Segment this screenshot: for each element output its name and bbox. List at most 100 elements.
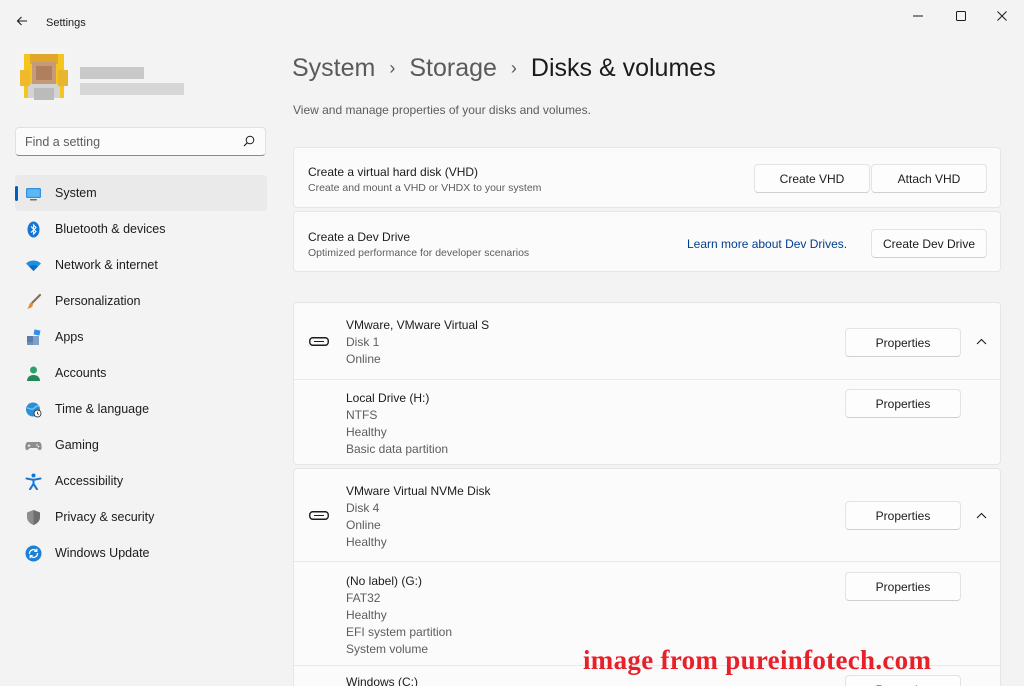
minimize-button[interactable] bbox=[902, 6, 934, 26]
update-icon bbox=[25, 545, 42, 562]
volume-name: Local Drive (H:) bbox=[346, 391, 430, 405]
search-input[interactable] bbox=[25, 134, 235, 149]
shield-icon bbox=[27, 510, 40, 525]
sidebar-item-privacy-security[interactable]: Privacy & security bbox=[15, 499, 267, 535]
sidebar-item-network[interactable]: Network & internet bbox=[15, 247, 267, 283]
title-bar: Settings bbox=[0, 0, 1024, 36]
drive-icon bbox=[309, 337, 329, 346]
breadcrumb-storage[interactable]: Storage bbox=[409, 54, 497, 83]
sidebar-item-label: Accounts bbox=[55, 366, 107, 380]
settings-window: Settings Sys bbox=[0, 0, 1024, 686]
vhd-card-subtitle: Create and mount a VHD or VHDX to your s… bbox=[308, 182, 542, 194]
bluetooth-icon bbox=[27, 221, 40, 238]
sidebar-item-gaming[interactable]: Gaming bbox=[15, 427, 267, 463]
page-title: Disks & volumes bbox=[530, 54, 716, 82]
disk-group-disk-1: VMware, VMware Virtual S Disk 1 Online P… bbox=[293, 302, 1001, 465]
volume-health: Healthy bbox=[346, 425, 387, 439]
breadcrumb-chevron-icon: › bbox=[510, 58, 517, 78]
sidebar-item-windows-update[interactable]: Windows Update bbox=[15, 535, 267, 571]
drive-icon bbox=[309, 511, 329, 520]
back-arrow-icon bbox=[16, 16, 27, 26]
sidebar-item-accounts[interactable]: Accounts bbox=[15, 355, 267, 391]
disk-status: Online bbox=[346, 352, 381, 366]
monitor-icon bbox=[26, 188, 41, 201]
breadcrumb: System › Storage › Disks & volumes bbox=[292, 54, 716, 83]
vhd-card: Create a virtual hard disk (VHD) Create … bbox=[293, 147, 1001, 208]
volume-type: EFI system partition bbox=[346, 625, 453, 639]
volume-health: Healthy bbox=[346, 608, 387, 622]
volume-name: Windows (C:) bbox=[346, 675, 419, 686]
volume-extra: System volume bbox=[346, 642, 429, 656]
back-button[interactable] bbox=[8, 9, 36, 33]
sidebar-item-label: Windows Update bbox=[55, 546, 150, 560]
search-box[interactable] bbox=[15, 127, 266, 156]
sidebar-item-personalization[interactable]: Personalization bbox=[15, 283, 267, 319]
sidebar-item-label: Network & internet bbox=[55, 258, 158, 272]
divider bbox=[294, 561, 1000, 562]
collapse-button[interactable] bbox=[974, 508, 988, 522]
chevron-up-icon bbox=[976, 512, 986, 518]
sidebar-item-label: Apps bbox=[55, 330, 84, 344]
disk-name: VMware, VMware Virtual S bbox=[346, 318, 490, 332]
dev-drive-card: Create a Dev Drive Optimized performance… bbox=[293, 211, 1001, 272]
create-vhd-button[interactable]: Create VHD bbox=[754, 164, 870, 193]
sidebar-item-label: System bbox=[55, 186, 97, 200]
disk-status: Online bbox=[346, 518, 381, 532]
breadcrumb-system[interactable]: System bbox=[292, 54, 375, 83]
sidebar-item-label: Time & language bbox=[55, 402, 150, 416]
disk-number: Disk 4 bbox=[346, 501, 380, 515]
volume-name: (No label) (G:) bbox=[346, 574, 423, 588]
attach-vhd-button[interactable]: Attach VHD bbox=[871, 164, 987, 193]
disk-number: Disk 1 bbox=[346, 335, 380, 349]
volume-properties-button[interactable]: Properties bbox=[845, 675, 961, 686]
sidebar-item-system[interactable]: System bbox=[15, 175, 267, 211]
dev-drive-learn-more-link[interactable]: Learn more about Dev Drives. bbox=[687, 237, 847, 251]
divider bbox=[294, 379, 1000, 380]
volume-filesystem: FAT32 bbox=[346, 591, 381, 605]
volume-type: Basic data partition bbox=[346, 442, 449, 456]
sidebar-item-apps[interactable]: Apps bbox=[15, 319, 267, 355]
sidebar-item-label: Gaming bbox=[55, 438, 99, 452]
app-title: Settings bbox=[46, 17, 86, 29]
apps-icon bbox=[27, 329, 41, 345]
disk-properties-button[interactable]: Properties bbox=[845, 501, 961, 530]
profile-name-blurred bbox=[80, 67, 144, 79]
brush-icon bbox=[27, 293, 42, 309]
collapse-button[interactable] bbox=[974, 334, 988, 348]
minimize-icon bbox=[913, 15, 923, 17]
disk-health: Healthy bbox=[346, 535, 387, 549]
disk-properties-button[interactable]: Properties bbox=[845, 328, 961, 357]
watermark: image from pureinfotech.com bbox=[583, 645, 932, 675]
breadcrumb-chevron-icon: › bbox=[389, 58, 396, 78]
sidebar-item-label: Personalization bbox=[55, 294, 141, 308]
disk-name: VMware Virtual NVMe Disk bbox=[346, 484, 491, 498]
sidebar-item-time-language[interactable]: Time & language bbox=[15, 391, 267, 427]
vhd-card-title: Create a virtual hard disk (VHD) bbox=[308, 165, 479, 179]
chevron-up-icon bbox=[976, 338, 986, 344]
volume-properties-button[interactable]: Properties bbox=[845, 572, 961, 601]
sidebar-item-label: Privacy & security bbox=[55, 510, 155, 524]
volume-properties-button[interactable]: Properties bbox=[845, 389, 961, 418]
maximize-icon bbox=[956, 11, 966, 21]
dev-drive-card-subtitle: Optimized performance for developer scen… bbox=[308, 247, 530, 259]
maximize-button[interactable] bbox=[945, 6, 977, 26]
person-icon bbox=[27, 366, 40, 381]
gamepad-icon bbox=[25, 442, 42, 451]
volume-filesystem: NTFS bbox=[346, 408, 378, 422]
avatar-picture bbox=[16, 48, 72, 104]
close-button[interactable] bbox=[986, 6, 1018, 26]
search-icon[interactable] bbox=[243, 135, 255, 147]
sidebar-nav: System Bluetooth & devices Network & int… bbox=[15, 175, 267, 571]
close-icon bbox=[997, 11, 1007, 21]
avatar[interactable] bbox=[16, 48, 72, 104]
dev-drive-card-title: Create a Dev Drive bbox=[308, 230, 411, 244]
profile-email-blurred bbox=[80, 83, 184, 95]
globe-clock-icon bbox=[26, 402, 42, 418]
sidebar-item-label: Accessibility bbox=[55, 474, 124, 488]
sidebar-item-accessibility[interactable]: Accessibility bbox=[15, 463, 267, 499]
sidebar-item-bluetooth[interactable]: Bluetooth & devices bbox=[15, 211, 267, 247]
accessibility-icon bbox=[25, 473, 42, 490]
sidebar-item-label: Bluetooth & devices bbox=[55, 222, 166, 236]
create-dev-drive-button[interactable]: Create Dev Drive bbox=[871, 229, 987, 258]
wifi-icon bbox=[26, 260, 41, 271]
